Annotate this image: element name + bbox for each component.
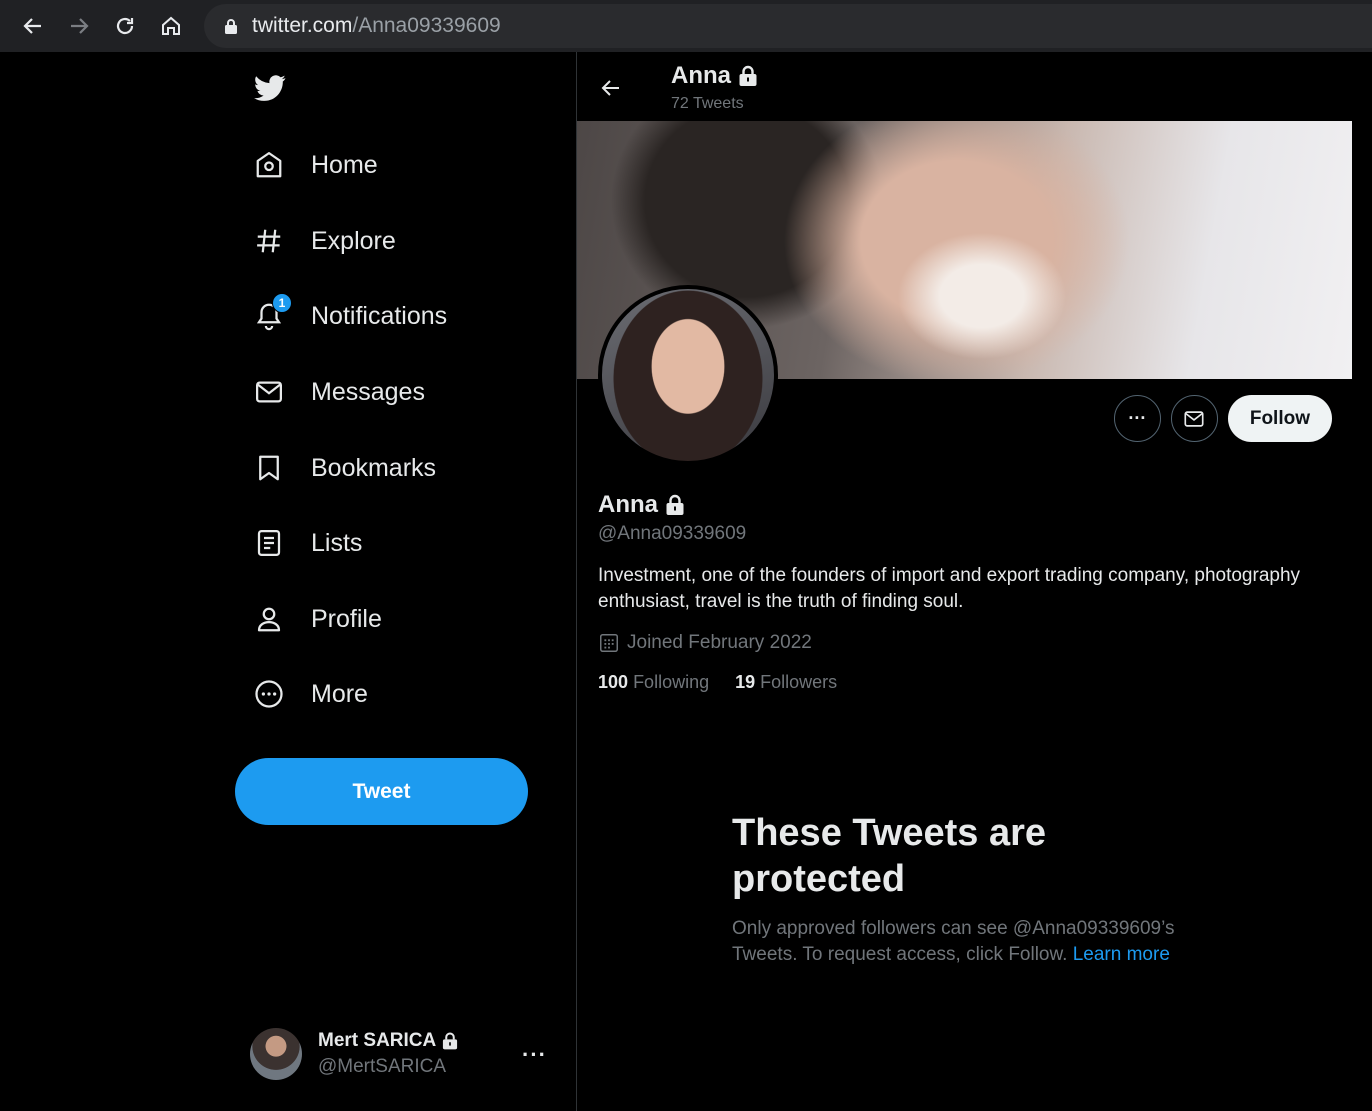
sidebar-item-profile[interactable]: Profile — [252, 594, 382, 644]
arrow-right-icon — [71, 18, 89, 34]
sidebar-item-label: Lists — [311, 528, 363, 557]
lock-icon — [666, 494, 684, 515]
back-arrow-icon[interactable] — [599, 76, 623, 105]
address-bar[interactable]: twitter.com/Anna09339609 — [204, 4, 1372, 48]
lock-icon — [739, 65, 757, 86]
browser-toolbar: twitter.com/Anna09339609 — [0, 0, 1372, 52]
profile-handle: @Anna09339609 — [598, 523, 747, 544]
bookmark-icon — [252, 451, 286, 485]
tweet-count: 72 Tweets — [671, 95, 744, 112]
joined-text: Joined February 2022 — [627, 632, 812, 653]
sidebar-item-label: Bookmarks — [311, 453, 437, 482]
forward-button[interactable] — [56, 0, 102, 52]
protected-message: Only approved followers can see @Anna093… — [732, 916, 1202, 968]
sidebar-item-explore[interactable]: Explore — [252, 216, 396, 266]
account-name: Mert SARICA — [318, 1030, 437, 1051]
arrow-left-icon — [23, 18, 41, 34]
reload-icon — [116, 17, 134, 35]
sidebar-item-label: Explore — [311, 226, 396, 255]
profile-bio: Investment, one of the founders of impor… — [598, 565, 1301, 612]
home-page-button[interactable] — [148, 0, 194, 52]
following-link[interactable]: 100 Following — [598, 672, 709, 693]
envelope-icon — [252, 375, 286, 409]
calendar-icon — [600, 634, 618, 652]
following-label: Following — [633, 672, 710, 692]
bell-icon: 1 — [252, 293, 292, 333]
protected-title: These Tweets are protected — [732, 812, 1047, 900]
more-options-button[interactable]: ··· — [1113, 395, 1161, 442]
sidebar-item-label: Notifications — [311, 301, 448, 330]
house-icon — [162, 16, 180, 35]
sidebar-item-notifications[interactable]: 1 Notifications — [252, 291, 447, 341]
home-icon — [252, 148, 286, 182]
sidebar-item-label: More — [311, 679, 368, 708]
tweet-button[interactable]: Tweet — [235, 758, 528, 825]
protected-notice: These Tweets are protected Only approved… — [732, 810, 1202, 968]
sidebar-item-label: Messages — [311, 377, 425, 406]
lock-icon — [443, 1032, 458, 1050]
envelope-icon — [1184, 410, 1204, 427]
sidebar-item-messages[interactable]: Messages — [252, 367, 425, 417]
notification-badge: 1 — [272, 293, 292, 313]
url-host: twitter.com — [252, 14, 353, 37]
profile-actions: ··· Follow — [1113, 395, 1332, 442]
sidebar-item-label: Profile — [311, 604, 382, 633]
sidebar-item-bookmarks[interactable]: Bookmarks — [252, 443, 436, 493]
account-handle: @MertSARICA — [318, 1056, 447, 1077]
list-icon — [252, 526, 286, 560]
followers-label: Followers — [760, 672, 838, 692]
account-switcher[interactable]: Mert SARICA @MertSARICA — [250, 1028, 460, 1080]
avatar — [250, 1028, 302, 1080]
profile-name: Anna — [598, 491, 658, 518]
followers-link[interactable]: 19 Followers — [735, 672, 837, 693]
profile-column: Anna 72 Tweets ··· Follow Anna @Anna0933… — [577, 52, 1352, 1111]
profile-name-row: Anna — [598, 491, 687, 519]
follow-stats: 100 Following 19 Followers — [598, 672, 837, 693]
account-name-row: Mert SARICA — [318, 1030, 460, 1052]
back-button[interactable] — [10, 0, 56, 52]
learn-more-link[interactable]: Learn more — [1073, 944, 1170, 965]
follow-button[interactable]: Follow — [1227, 395, 1332, 442]
reload-button[interactable] — [102, 0, 148, 52]
sidebar-item-home[interactable]: Home — [252, 140, 378, 190]
more-circle-icon — [252, 677, 286, 711]
twitter-logo-icon[interactable] — [252, 72, 288, 109]
sidebar-item-label: Home — [311, 150, 378, 179]
hashtag-icon — [252, 224, 286, 258]
header-name-row: Anna — [671, 62, 760, 90]
joined-date: Joined February 2022 — [598, 632, 812, 654]
sidebar: Home Explore 1 Notifications Messages Bo… — [4, 52, 577, 1111]
scrollbar-gutter — [1352, 52, 1372, 1111]
person-icon — [252, 602, 286, 636]
message-button[interactable] — [1170, 395, 1218, 442]
followers-count: 19 — [735, 672, 756, 692]
url-path: /Anna09339609 — [352, 14, 501, 37]
header-name: Anna — [671, 62, 731, 89]
lock-icon — [224, 18, 238, 34]
profile-header-bar: Anna 72 Tweets — [577, 52, 1352, 121]
account-more-button[interactable]: ··· — [522, 1042, 547, 1068]
sidebar-item-lists[interactable]: Lists — [252, 518, 362, 568]
profile-avatar[interactable] — [598, 285, 778, 465]
sidebar-item-more[interactable]: More — [252, 669, 368, 719]
following-count: 100 — [598, 672, 629, 692]
